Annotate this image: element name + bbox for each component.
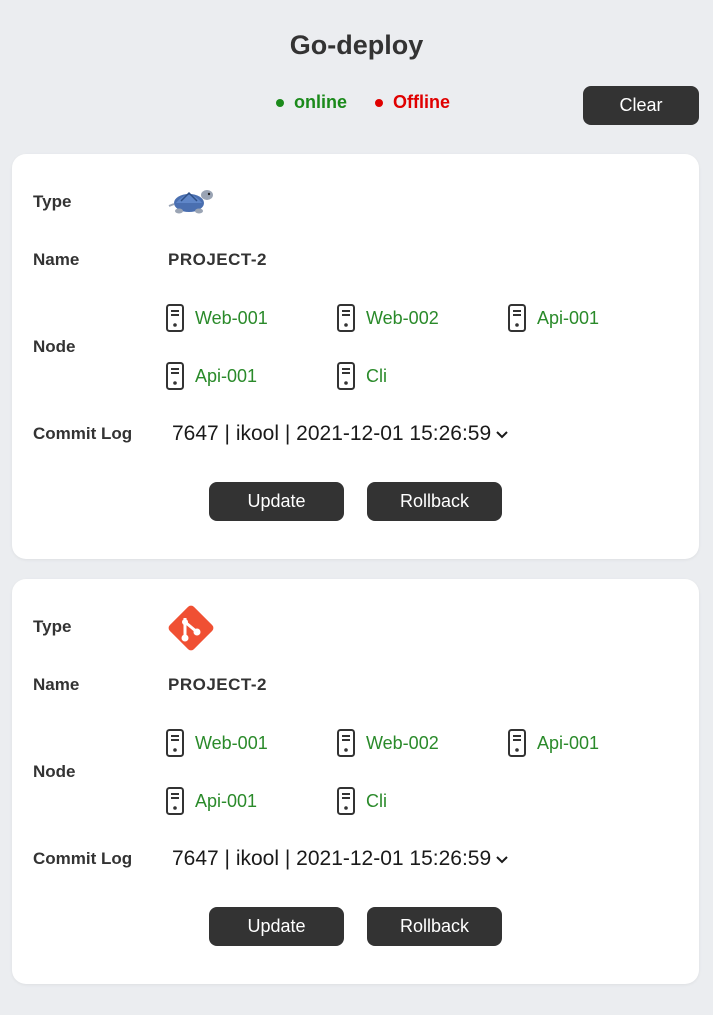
node-item[interactable]: Web-002 [336,729,439,757]
project-card: Type Name PROJECT-2 Node Web-001 Web-002… [12,579,699,984]
node-label: Node [33,762,76,781]
commit-log-select[interactable]: 7647 | ikool | 2021-12-01 15:26:59 [172,422,509,446]
node-item[interactable]: Api-001 [165,362,257,390]
node-item[interactable]: Cli [336,787,387,815]
commit-log-value: 7647 | ikool | 2021-12-01 15:26:59 [172,422,492,445]
node-label-text: Api-001 [537,307,600,328]
legend-online: online [276,92,347,113]
type-label: Type [33,192,72,211]
project-name: PROJECT-2 [168,675,267,694]
commit-log-label: Commit Log [33,424,133,443]
project-card: Type Name PROJECT-2 Node Web-001 Web-002… [12,154,699,559]
server-icon [166,304,184,332]
git-icon [165,602,217,659]
legend-offline: Offline [375,92,450,113]
commit-log-label: Commit Log [33,849,133,868]
node-item[interactable]: Web-002 [336,304,439,332]
server-icon [337,729,355,757]
node-item[interactable]: Web-001 [165,304,268,332]
server-icon [337,304,355,332]
chevron-down-icon [496,856,508,864]
node-item[interactable]: Api-001 [165,787,257,815]
node-label: Node [33,337,76,356]
node-item[interactable]: Api-001 [507,304,599,332]
server-icon [508,304,526,332]
name-label: Name [33,250,80,269]
project-name: PROJECT-2 [168,250,267,269]
server-icon [337,787,355,815]
legend-online-label: online [294,92,347,112]
node-label-text: Web-002 [366,307,439,328]
chevron-down-icon [496,431,508,439]
app-title: Go-deploy [289,30,424,60]
clear-button[interactable]: Clear [583,86,699,125]
node-label-text: Web-001 [195,732,268,753]
rollback-button[interactable]: Rollback [367,482,502,521]
node-item[interactable]: Api-001 [507,729,599,757]
update-button[interactable]: Update [209,482,344,521]
commit-log-value: 7647 | ikool | 2021-12-01 15:26:59 [172,847,492,870]
node-item[interactable]: Cli [336,362,387,390]
legend-offline-label: Offline [393,92,450,112]
server-icon [337,362,355,390]
server-icon [166,362,184,390]
online-dot-icon [276,98,284,107]
update-button[interactable]: Update [209,907,344,946]
status-legend: online Offline [276,92,478,113]
server-icon [166,787,184,815]
node-label-text: Web-002 [366,732,439,753]
offline-dot-icon [375,98,383,107]
node-label-text: Api-001 [195,365,258,386]
server-icon [166,729,184,757]
rollback-button[interactable]: Rollback [367,907,502,946]
commit-log-select[interactable]: 7647 | ikool | 2021-12-01 15:26:59 [172,847,509,871]
node-label-text: Cli [366,790,387,811]
node-label-text: Api-001 [537,732,600,753]
node-label-text: Cli [366,365,387,386]
name-label: Name [33,675,80,694]
svn-tortoise-icon [167,183,215,220]
node-label-text: Api-001 [195,790,258,811]
server-icon [508,729,526,757]
node-item[interactable]: Web-001 [165,729,268,757]
node-label-text: Web-001 [195,307,268,328]
type-label: Type [33,617,72,636]
